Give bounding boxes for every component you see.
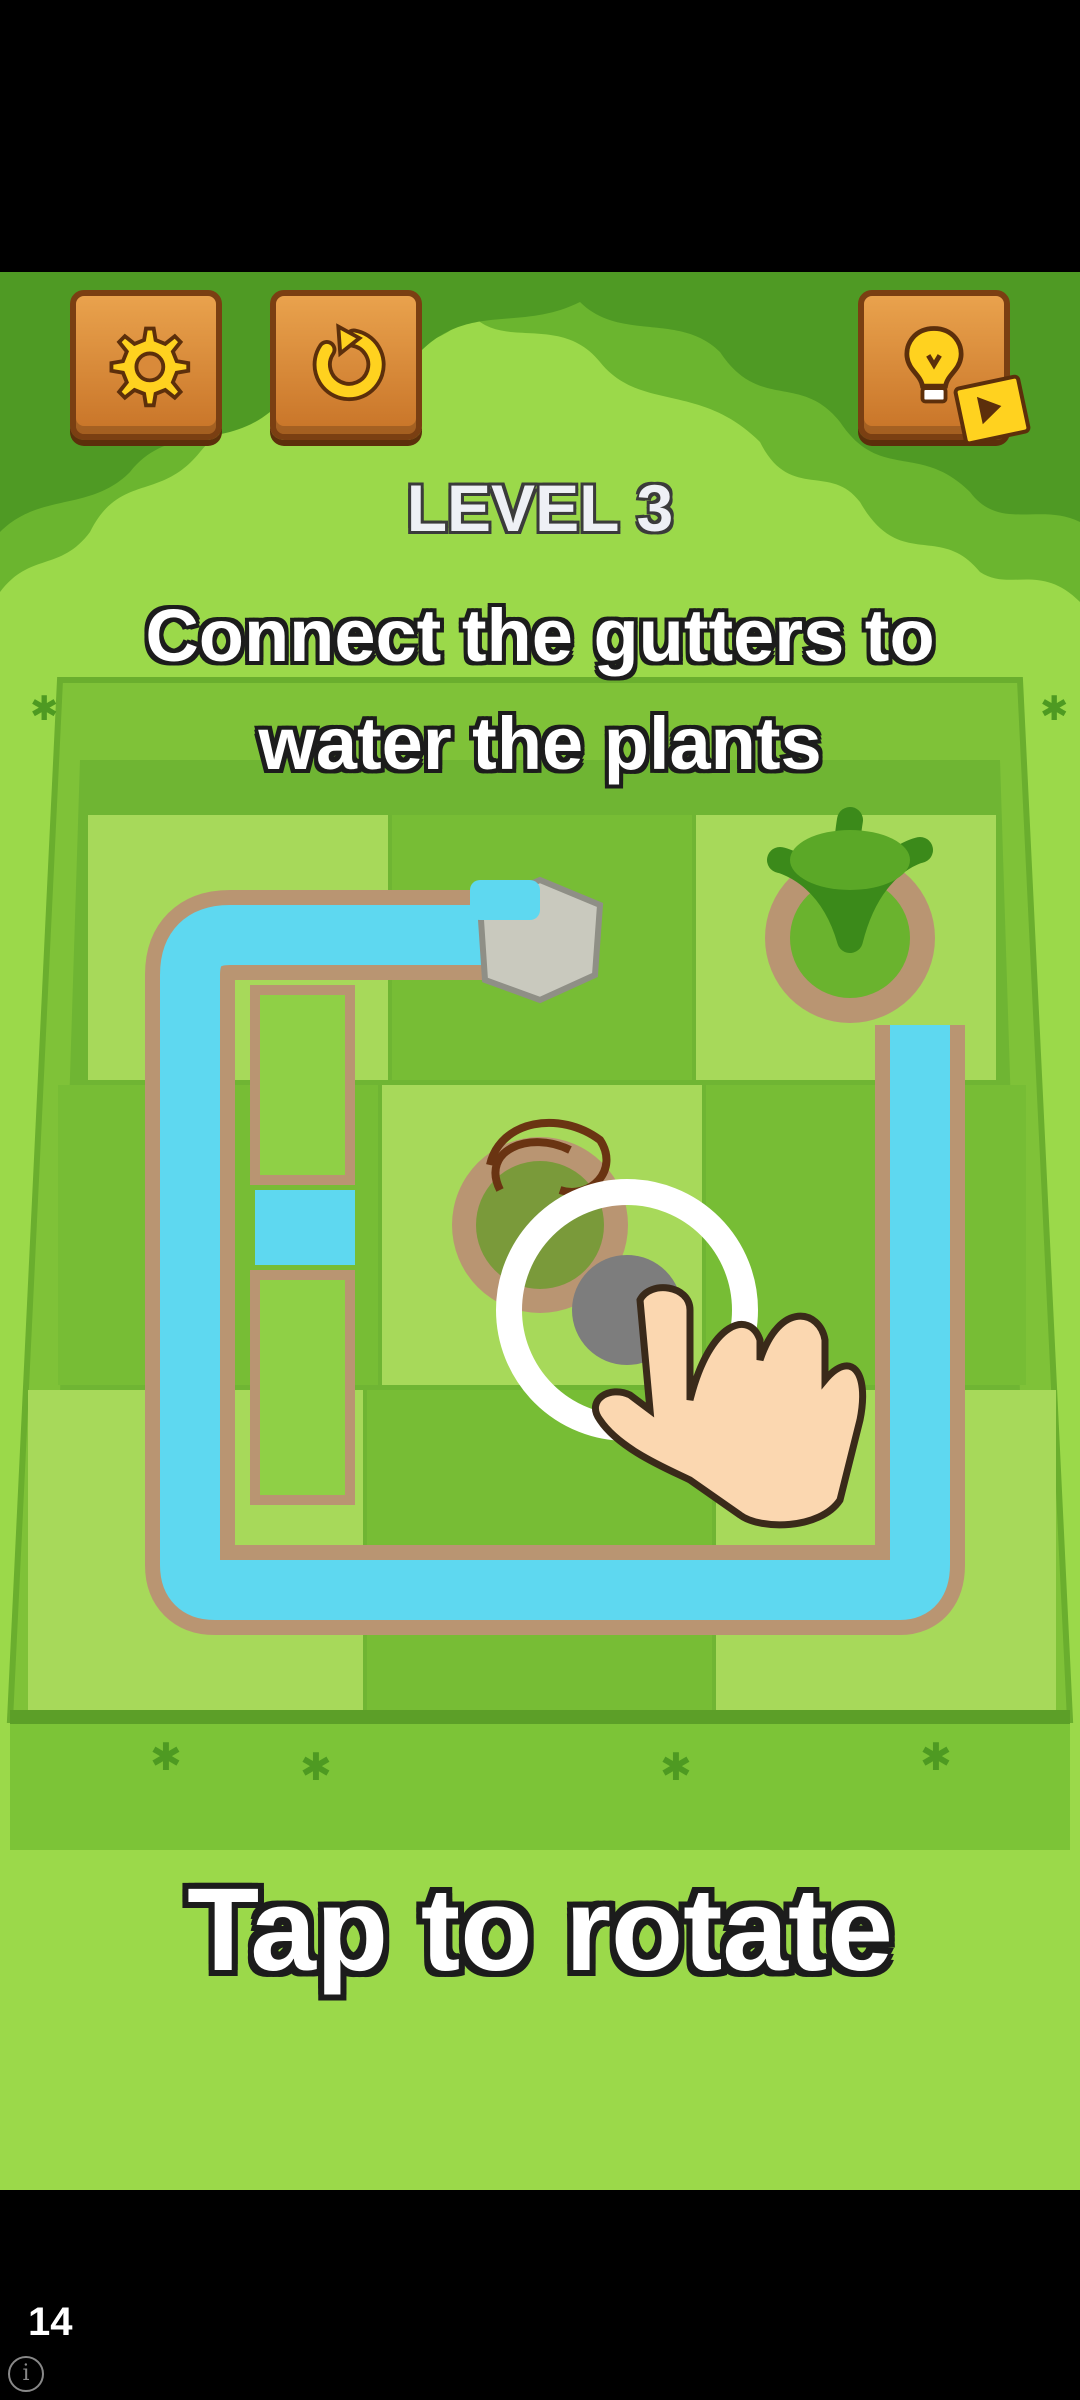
instruction-text: Connect the gutters to water the plants (0, 582, 1080, 798)
restart-button[interactable] (270, 290, 422, 440)
restart-icon (312, 323, 386, 402)
svg-text:✱: ✱ (150, 1735, 182, 1779)
instruction-line-1: Connect the gutters to (145, 594, 935, 677)
plant-pot-filled (765, 807, 935, 1023)
svg-text:✱: ✱ (660, 1745, 692, 1789)
status-number: 14 (28, 2300, 73, 2344)
instruction-line-2: water the plants (258, 702, 822, 785)
rock-source (470, 876, 604, 1004)
gear-icon (109, 326, 191, 408)
info-icon[interactable]: i (8, 2356, 44, 2392)
game-screen: ✱ ✱ ✱ ✱ ✱ ✱ LEVEL 3 Connect the gutters … (0, 272, 1080, 2190)
svg-text:✱: ✱ (300, 1745, 332, 1789)
tutorial-text: Tap to rotate (187, 1864, 893, 1996)
svg-text:✱: ✱ (920, 1735, 952, 1779)
settings-button[interactable] (70, 290, 222, 440)
level-label: LEVEL 3 (406, 471, 674, 545)
